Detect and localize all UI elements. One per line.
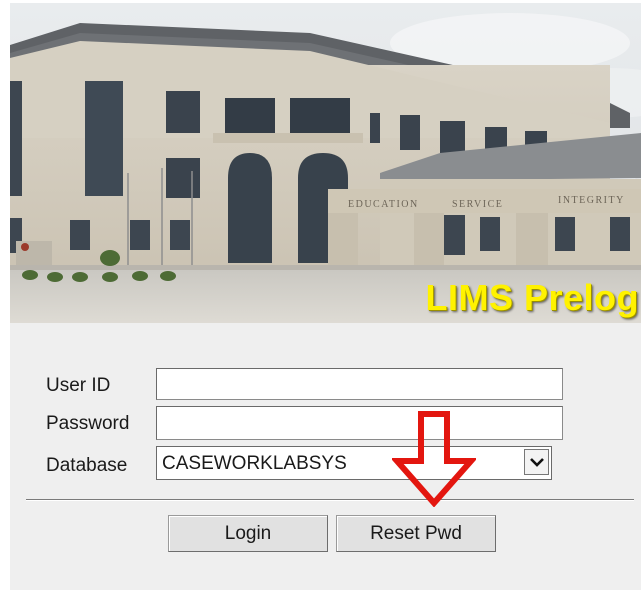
banner-image: EDUCATION SERVICE INTEGRITY LIMS Prelog bbox=[10, 3, 641, 323]
building-photo bbox=[10, 3, 641, 323]
login-window: EDUCATION SERVICE INTEGRITY LIMS Prelog … bbox=[10, 3, 641, 590]
database-selected-value: CASEWORKLABSYS bbox=[162, 453, 347, 474]
banner-sign-education: EDUCATION bbox=[348, 199, 419, 210]
chevron-down-icon[interactable] bbox=[524, 449, 549, 475]
form-divider bbox=[26, 499, 634, 501]
app-title: LIMS Prelog bbox=[425, 277, 639, 318]
login-button[interactable]: Login bbox=[168, 515, 328, 552]
user-id-label: User ID bbox=[46, 375, 111, 396]
banner-sign-integrity: INTEGRITY bbox=[558, 195, 625, 206]
password-input[interactable] bbox=[156, 406, 563, 440]
database-select[interactable]: CASEWORKLABSYS bbox=[156, 446, 552, 480]
reset-password-button[interactable]: Reset Pwd bbox=[336, 515, 496, 552]
password-label: Password bbox=[46, 413, 130, 434]
down-arrow-icon bbox=[392, 411, 476, 507]
database-label: Database bbox=[46, 455, 128, 476]
banner-sign-service: SERVICE bbox=[452, 199, 504, 210]
user-id-input[interactable] bbox=[156, 368, 563, 400]
